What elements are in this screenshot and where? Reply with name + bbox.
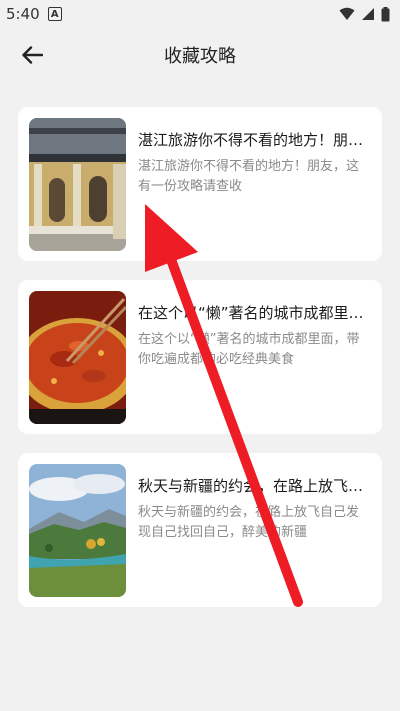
card-thumbnail-landscape bbox=[29, 464, 126, 597]
card-thumbnail-hotpot bbox=[29, 291, 126, 424]
notification-a-icon: A bbox=[47, 7, 62, 21]
card-title: 秋天与新疆的约会，在路上放飞自己发现自己找回自己，醉美的新疆 bbox=[138, 477, 370, 495]
battery-icon bbox=[381, 6, 390, 21]
card-title: 在这个以“懒”著名的城市成都里面，带你吃遍成都的必吃经典美食 bbox=[138, 304, 370, 322]
card-description: 在这个以“懒”著名的城市成都里面，带你吃遍成都的必吃经典美食 bbox=[138, 332, 360, 367]
page-title: 收藏攻略 bbox=[164, 46, 236, 67]
status-bar: 5:40 A bbox=[0, 0, 400, 28]
header: 收藏攻略 bbox=[0, 30, 400, 80]
card-description: 湛江旅游你不得不看的地方！朋友，这有一份攻略请查收 bbox=[138, 159, 360, 194]
guide-card[interactable]: 湛江旅游你不得不看的地方！朋友，这有一份攻略请查收 湛江旅游你不得不看的地方！朋… bbox=[18, 107, 382, 261]
card-title: 湛江旅游你不得不看的地方！朋友，这有一份攻略请查收 bbox=[138, 131, 370, 149]
status-right bbox=[339, 6, 390, 22]
wifi-icon bbox=[339, 7, 355, 20]
card-description: 秋天与新疆的约会，在路上放飞自己发现自己找回自己，醉美的新疆 bbox=[138, 505, 360, 540]
card-thumbnail-building bbox=[29, 118, 126, 251]
guide-card[interactable]: 在这个以“懒”著名的城市成都里面，带你吃遍成都的必吃经典美食 在这个以“懒”著名… bbox=[18, 280, 382, 434]
status-time: 5:40 bbox=[6, 5, 40, 23]
signal-icon bbox=[362, 8, 374, 20]
status-left: 5:40 A bbox=[6, 5, 62, 23]
guide-card[interactable]: 秋天与新疆的约会，在路上放飞自己发现自己找回自己，醉美的新疆 秋天与新疆的约会，… bbox=[18, 453, 382, 607]
